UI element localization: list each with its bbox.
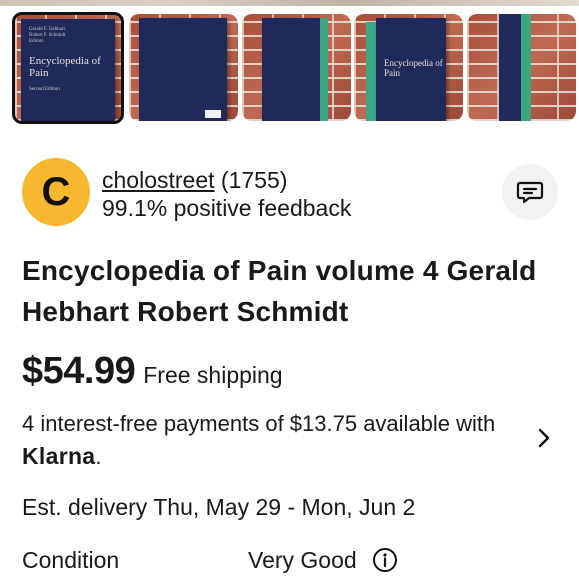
payments-text: 4 interest-free payments of $13.75 avail… [22, 408, 522, 473]
klarna-payments-row[interactable]: 4 interest-free payments of $13.75 avail… [22, 408, 562, 472]
seller-feedback: 99.1% positive feedback [102, 195, 352, 221]
thumbnail-front-cover[interactable]: Gerald F. Gebhart Robert F. Schmidt Edit… [12, 12, 124, 124]
cover-authors: Gerald F. Gebhart Robert F. Schmidt Edit… [29, 27, 66, 44]
payments-description: 4 interest-free payments of $13.75 avail… [22, 411, 496, 436]
thumbnail-angled-cover[interactable]: Encyclopedia of Pain [354, 14, 463, 121]
book-front-cover: Gerald F. Gebhart Robert F. Schmidt Edit… [21, 19, 115, 121]
thumbnail-back-cover[interactable] [129, 14, 238, 121]
klarna-logo: Klarna [22, 443, 96, 469]
seller-rating-count: (1755) [220, 167, 288, 193]
cover-title: Encyclopedia of Pain [29, 55, 101, 79]
chat-bubble-icon [516, 181, 544, 204]
shipping-info: Free shipping [143, 362, 283, 388]
seller-username-link[interactable]: cholostreet [102, 167, 215, 193]
book-spine-accent [366, 22, 376, 121]
chevron-right-icon [538, 428, 550, 448]
item-title: Encyclopedia of Pain volume 4 Gerald Heb… [22, 255, 537, 327]
book-angled-cover: Encyclopedia of Pain [376, 18, 446, 121]
barcode-label [205, 110, 221, 118]
image-gallery-thumbnails: Gerald F. Gebhart Robert F. Schmidt Edit… [12, 12, 576, 124]
book-side-angle [262, 18, 320, 121]
message-seller-button[interactable] [502, 164, 558, 220]
thumbnail-side-angle[interactable] [242, 14, 351, 121]
condition-value: Very Good [248, 547, 357, 573]
cover-edition: Second Edition [29, 87, 60, 92]
book-spine-accent [320, 18, 328, 121]
item-price: $54.99 [22, 350, 136, 392]
seller-avatar[interactable]: C [22, 158, 90, 226]
book-spine [499, 14, 521, 121]
book-back-cover [139, 18, 227, 121]
seller-info: C cholostreet (1755) 99.1% positive feed… [22, 158, 562, 230]
price-row: $54.99 Free shipping [22, 350, 283, 394]
previous-image-strip [0, 0, 579, 6]
cover-title: Encyclopedia of Pain [384, 58, 443, 78]
seller-name-line: cholostreet (1755) [102, 166, 287, 194]
estimated-delivery: Est. delivery Thu, May 29 - Mon, Jun 2 [22, 494, 416, 520]
thumbnail-spine[interactable] [467, 14, 576, 121]
book-spine-accent [521, 14, 531, 121]
condition-label: Condition [22, 547, 120, 573]
avatar-letter: C [27, 163, 85, 221]
payments-period: . [95, 444, 102, 469]
info-icon[interactable] [372, 547, 398, 573]
